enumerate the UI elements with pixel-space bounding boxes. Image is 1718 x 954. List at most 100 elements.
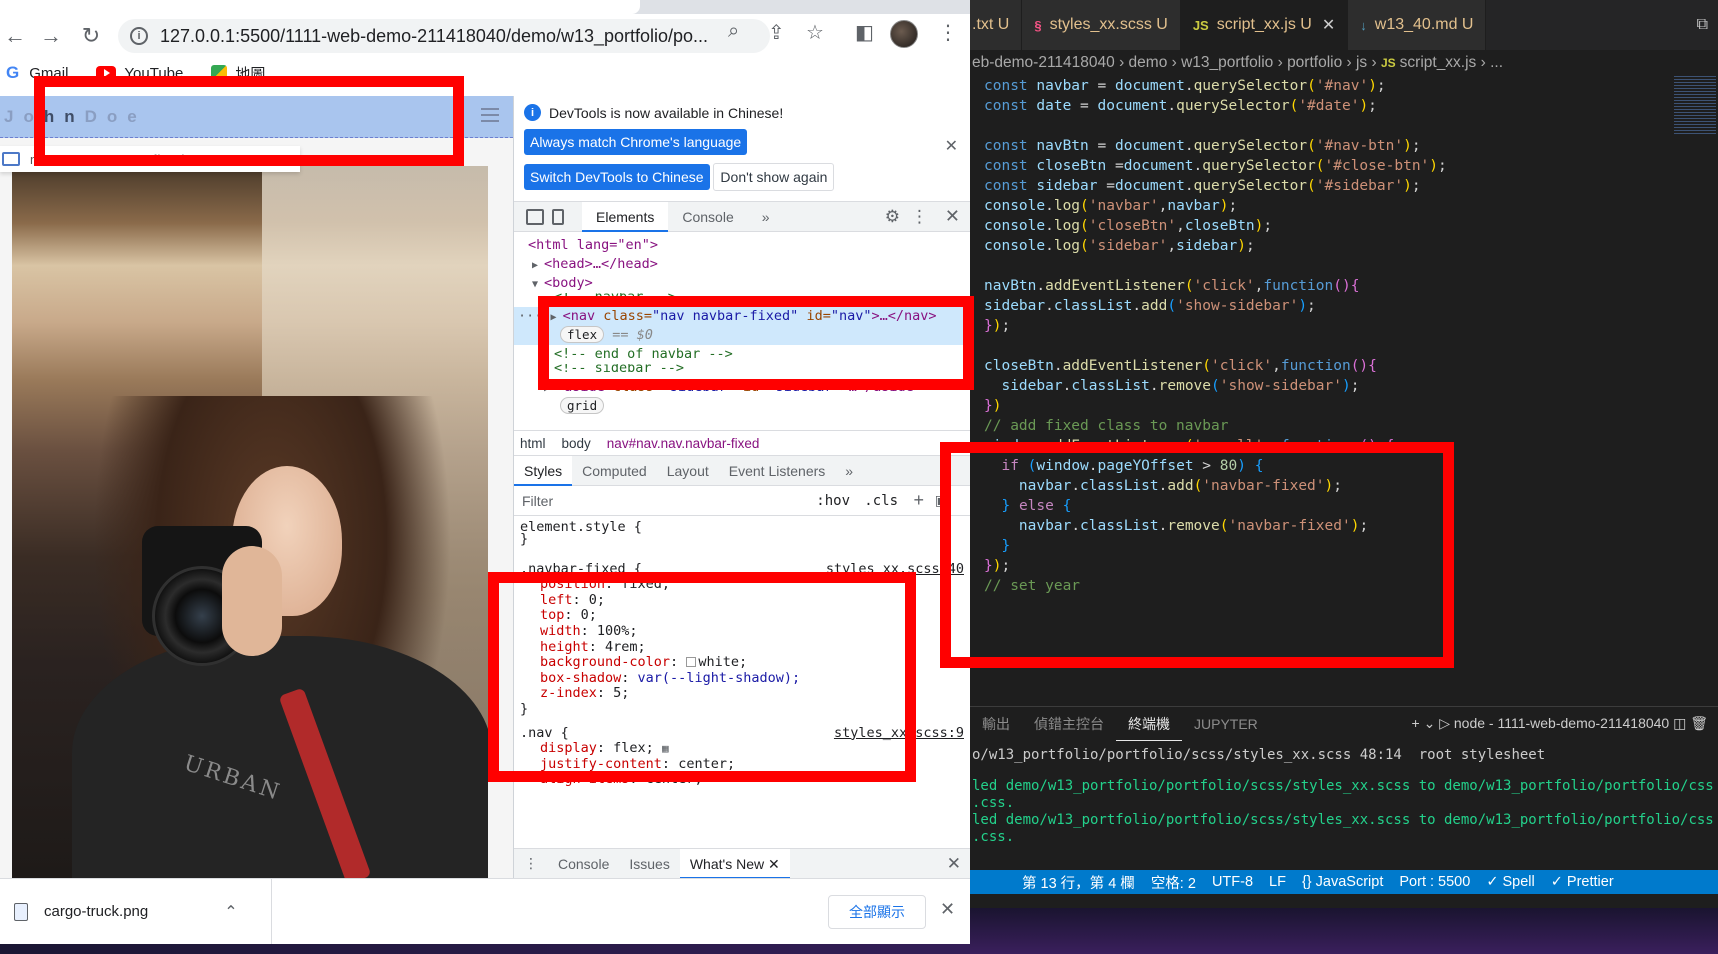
status-eol[interactable]: LF <box>1269 874 1286 890</box>
dom-node-html[interactable]: <html lang="en"> <box>514 236 970 255</box>
site-info-icon[interactable]: i <box>130 27 148 45</box>
profile-avatar[interactable] <box>890 20 918 48</box>
drawer-tab-console[interactable]: Console <box>548 856 619 872</box>
tab-elements[interactable]: Elements <box>582 201 669 232</box>
panel-tab-debug-console[interactable]: 偵錯主控台 <box>1022 714 1116 734</box>
crumb-html[interactable]: html <box>520 436 546 451</box>
crumb-nav[interactable]: nav#nav.nav.navbar-fixed <box>607 436 760 451</box>
tab-script-js[interactable]: JS script_xx.js U ✕ <box>1180 0 1349 50</box>
tab-computed[interactable]: Computed <box>572 456 657 486</box>
split-editor-icon[interactable]: ⧉ <box>1697 16 1708 34</box>
reload-icon[interactable]: ↻ <box>76 21 106 51</box>
devtools-close-icon[interactable]: ✕ <box>945 206 960 227</box>
tab-styles[interactable]: Styles <box>514 455 573 486</box>
css-prop[interactable]: left: 0; <box>520 592 964 609</box>
back-arrow-icon[interactable]: ← <box>0 21 30 51</box>
inspect-element-icon[interactable] <box>526 208 544 225</box>
show-all-button[interactable]: 全部顯示 <box>828 895 926 929</box>
more-subtabs-icon[interactable]: » <box>835 456 863 486</box>
status-cursor-position[interactable]: 第 13 行，第 4 欄 <box>1022 872 1135 893</box>
settings-gear-icon[interactable]: ⚙ <box>885 207 900 227</box>
css-prop[interactable]: background-color: white; <box>520 654 964 671</box>
dom-comment-navbar[interactable]: <!-- navbar --> <box>514 293 970 307</box>
tab-close-icon[interactable]: ✕ <box>1322 15 1335 35</box>
chevron-up-icon[interactable]: ⌃ <box>224 902 237 922</box>
download-item[interactable]: cargo-truck.png ⌃ <box>0 878 272 944</box>
drawer-tab-whats-new[interactable]: What's New ✕ <box>679 848 790 879</box>
css-prop[interactable]: height: 4rem; <box>520 639 964 656</box>
dom-comment-sidebar[interactable]: <!-- sidebar --> <box>514 364 970 378</box>
flex-editor-icon[interactable]: ▦ <box>662 742 669 755</box>
tab-console[interactable]: Console <box>668 202 747 232</box>
share-icon[interactable]: ⇪ <box>768 20 785 45</box>
css-prop[interactable]: position: fixed; <box>520 576 964 593</box>
grid-badge[interactable]: grid <box>560 397 605 414</box>
drawer-tab-issues[interactable]: Issues <box>619 856 679 872</box>
css-prop[interactable]: top: 0; <box>520 608 964 624</box>
tab-styles-scss[interactable]: § styles_xx.scss U <box>1022 0 1181 50</box>
bookmark-gmail[interactable]: G Gmail <box>6 62 68 84</box>
menu-kebab-icon[interactable]: ⋮ <box>938 20 958 45</box>
terminal-selector[interactable]: + ⌄ ▷ node - 1111-web-demo-211418040 ◫ 🗑 <box>1412 715 1708 732</box>
status-spell[interactable]: ✓ Spell <box>1486 874 1534 890</box>
tab-markdown[interactable]: ↓ w13_40.md U <box>1348 0 1487 50</box>
nav-rule[interactable]: .nav {styles_xx.scss:9 <box>520 725 964 742</box>
element-style-rule[interactable]: element.style { <box>520 519 964 536</box>
bookmark-maps[interactable]: 地圖 <box>211 62 265 84</box>
drawer-close-icon[interactable]: ✕ <box>947 854 961 874</box>
css-prop[interactable]: align-items: center; <box>520 772 964 788</box>
filter-input[interactable]: Filter <box>522 493 553 509</box>
rule-source-link[interactable]: styles_xx.scss:40 <box>826 561 964 578</box>
forward-arrow-icon[interactable]: → <box>36 21 66 51</box>
nav-rule-source-link[interactable]: styles_xx.scss:9 <box>834 725 964 742</box>
side-panel-icon[interactable]: ◧ <box>855 20 874 45</box>
status-prettier[interactable]: ✓ Prettier <box>1551 874 1614 890</box>
zoom-icon[interactable]: ⌕ <box>728 20 739 43</box>
dom-comment-end-navbar[interactable]: <!-- end of navbar --> <box>514 345 970 364</box>
devtools-menu-icon[interactable]: ⋮ <box>911 207 928 227</box>
breadcrumb-file[interactable]: script_xx.js › ... <box>1400 54 1503 71</box>
breadcrumb-path[interactable]: eb-demo-211418040 › demo › w13_portfolio… <box>972 54 1377 71</box>
device-toolbar-icon[interactable] <box>552 208 564 225</box>
tab-event-listeners[interactable]: Event Listeners <box>719 456 836 486</box>
flex-badge[interactable]: flex <box>560 326 605 343</box>
css-prop[interactable]: justify-content: center; <box>520 756 964 773</box>
color-swatch[interactable] <box>686 657 697 668</box>
dom-node-nav-selected[interactable]: ··· ▶ <nav class="nav navbar-fixed" id="… <box>514 307 970 326</box>
css-prop[interactable]: width: 100%; <box>520 623 964 640</box>
dom-node-body[interactable]: ▼ <body> <box>514 274 970 293</box>
minimap[interactable] <box>1674 76 1716 136</box>
dont-show-again-button[interactable]: Don't show again <box>713 163 835 191</box>
dom-node-aside[interactable]: ▶ <aside class="sidebar" id="sidebar">…<… <box>514 378 970 397</box>
dom-node-head[interactable]: ▶ <head>…</head> <box>514 255 970 274</box>
status-indent[interactable]: 空格: 2 <box>1151 872 1196 893</box>
css-prop[interactable]: box-shadow: var(--light-shadow); <box>520 670 964 687</box>
panel-tab-jupyter[interactable]: JUPYTER <box>1182 716 1270 732</box>
navbar-fixed-rule[interactable]: .navbar-fixed {styles_xx.scss:40 <box>520 561 964 578</box>
new-rule-icon[interactable]: + <box>913 490 924 511</box>
code-editor[interactable]: const navbar = document.querySelector('#… <box>970 76 1718 686</box>
status-language[interactable]: {} JavaScript <box>1302 874 1383 890</box>
match-language-button[interactable]: Always match Chrome's language <box>524 129 748 155</box>
bookmark-youtube[interactable]: YouTube <box>96 62 183 84</box>
tab-layout[interactable]: Layout <box>657 456 719 486</box>
status-encoding[interactable]: UTF-8 <box>1212 874 1253 890</box>
hov-toggle[interactable]: :hov <box>816 493 850 509</box>
active-tab[interactable] <box>0 0 640 14</box>
bookmark-star-icon[interactable]: ☆ <box>806 20 824 45</box>
cls-toggle[interactable]: .cls <box>864 493 898 509</box>
download-bar-close-icon[interactable]: ✕ <box>940 899 955 920</box>
computed-styles-icon[interactable]: ▣ <box>935 492 948 509</box>
banner-close-icon[interactable]: ✕ <box>945 136 958 156</box>
address-bar[interactable]: i 127.0.0.1:5500/1111-web-demo-211418040… <box>118 19 770 53</box>
panel-tab-terminal[interactable]: 終端機 <box>1116 707 1182 741</box>
more-tabs-icon[interactable]: » <box>748 202 784 232</box>
crumb-body[interactable]: body <box>562 436 591 451</box>
tab-txt-file[interactable]: .txt U <box>970 0 1023 50</box>
switch-chinese-button[interactable]: Switch DevTools to Chinese <box>524 164 710 190</box>
status-live-server-port[interactable]: Port : 5500 <box>1399 874 1470 890</box>
site-brand[interactable]: JohnDoe <box>4 107 147 127</box>
css-prop[interactable]: display: flex; ▦ <box>520 740 964 757</box>
css-prop[interactable]: z-index: 5; <box>520 686 964 702</box>
panel-tab-output[interactable]: 輸出 <box>970 714 1022 734</box>
